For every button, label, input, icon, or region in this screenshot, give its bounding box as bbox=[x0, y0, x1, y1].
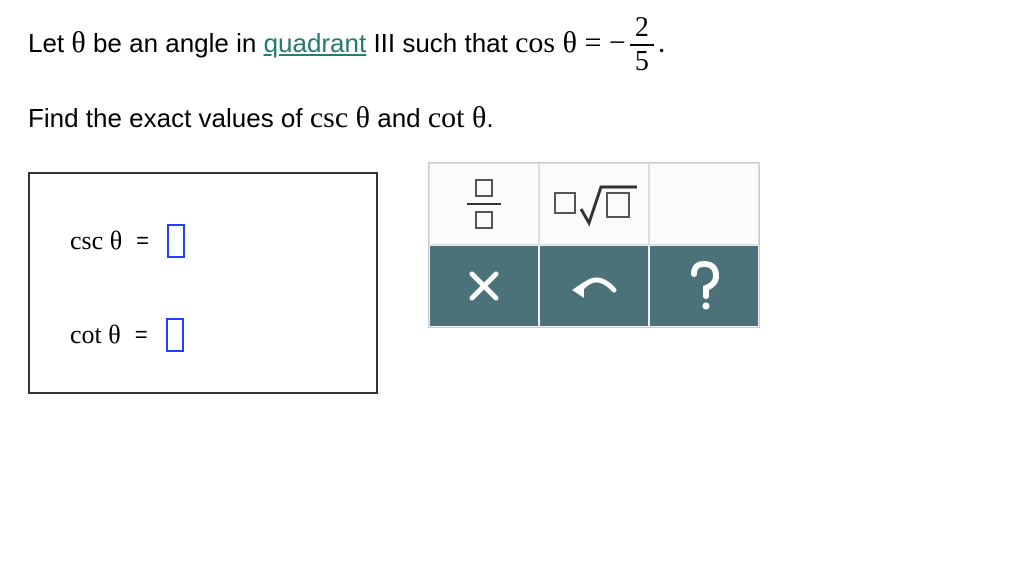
help-button[interactable] bbox=[649, 245, 759, 327]
palette-empty bbox=[649, 163, 759, 245]
fraction-two-fifths: 2 5 bbox=[630, 14, 654, 76]
problem-line-2: Find the exact values of csc θ and cot θ… bbox=[28, 94, 996, 142]
text: be an angle in bbox=[86, 28, 264, 58]
fraction-tool-button[interactable] bbox=[429, 163, 539, 245]
csc-input[interactable] bbox=[167, 224, 185, 258]
equals-sign: = bbox=[135, 322, 148, 348]
input-palette bbox=[428, 162, 760, 328]
denominator: 5 bbox=[630, 46, 654, 76]
clear-button[interactable] bbox=[429, 245, 539, 327]
csc-label: csc θ bbox=[70, 226, 122, 256]
period: . bbox=[658, 26, 666, 59]
csc-theta: csc θ bbox=[310, 101, 370, 134]
undo-icon bbox=[566, 268, 622, 304]
quadrant-number: III bbox=[366, 28, 395, 58]
sqrt-tool-button[interactable] bbox=[539, 163, 649, 245]
theta-symbol: θ bbox=[71, 26, 85, 59]
text: Find the exact values of bbox=[28, 103, 310, 133]
undo-button[interactable] bbox=[539, 245, 649, 327]
period: . bbox=[486, 103, 493, 133]
equals-sign: = bbox=[577, 26, 609, 59]
cot-label: cot θ bbox=[70, 320, 121, 350]
equals-sign: = bbox=[136, 228, 149, 254]
close-icon bbox=[464, 266, 504, 306]
minus-sign: − bbox=[609, 26, 626, 59]
sqrt-icon bbox=[549, 181, 639, 227]
cot-input[interactable] bbox=[166, 318, 184, 352]
csc-answer-row: csc θ = bbox=[70, 224, 326, 258]
cos-theta: cos θ bbox=[515, 26, 577, 59]
question-icon bbox=[684, 260, 724, 312]
quadrant-link[interactable]: quadrant bbox=[264, 28, 367, 58]
problem-line-1: Let θ be an angle in quadrant III such t… bbox=[28, 14, 996, 76]
numerator: 2 bbox=[630, 14, 654, 46]
text: Let bbox=[28, 28, 71, 58]
text: and bbox=[370, 103, 428, 133]
fraction-icon bbox=[461, 176, 507, 232]
cot-answer-row: cot θ = bbox=[70, 318, 326, 352]
problem-statement: Let θ be an angle in quadrant III such t… bbox=[28, 14, 996, 142]
cot-theta: cot θ bbox=[428, 101, 487, 134]
answer-panel: csc θ = cot θ = bbox=[28, 172, 378, 394]
text: such that bbox=[395, 28, 515, 58]
